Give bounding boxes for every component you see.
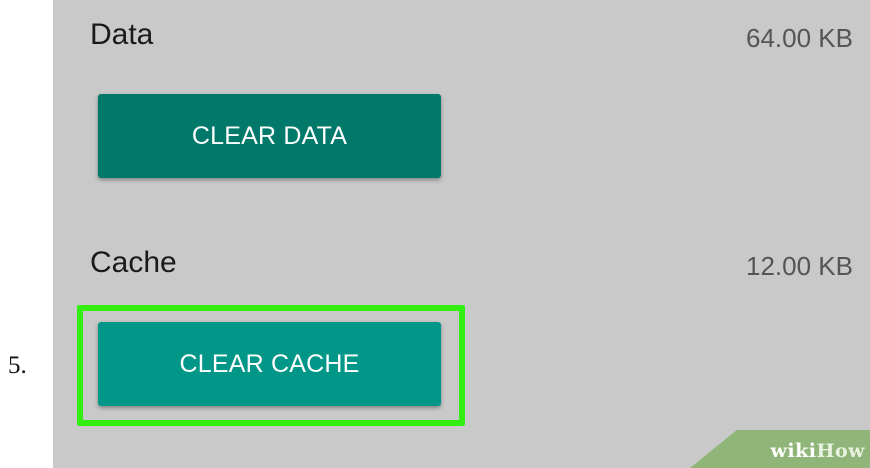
wikihow-watermark: wikiHow [690,430,870,468]
data-size-value: 64.00 KB [746,23,853,53]
watermark-wiki: wiki [770,440,817,462]
cache-label: Cache [90,246,177,279]
watermark-how: How [816,440,865,462]
clear-cache-button[interactable]: CLEAR CACHE [98,322,441,406]
cache-size-value: 12.00 KB [746,251,853,281]
app-storage-screen: Data 64.00 KB CLEAR DATA Cache 12.00 KB … [53,0,870,468]
step-number: 5. [8,352,27,379]
watermark-text: wikiHow [771,440,865,462]
clear-data-button[interactable]: CLEAR DATA [98,94,441,178]
data-label: Data [90,18,154,51]
